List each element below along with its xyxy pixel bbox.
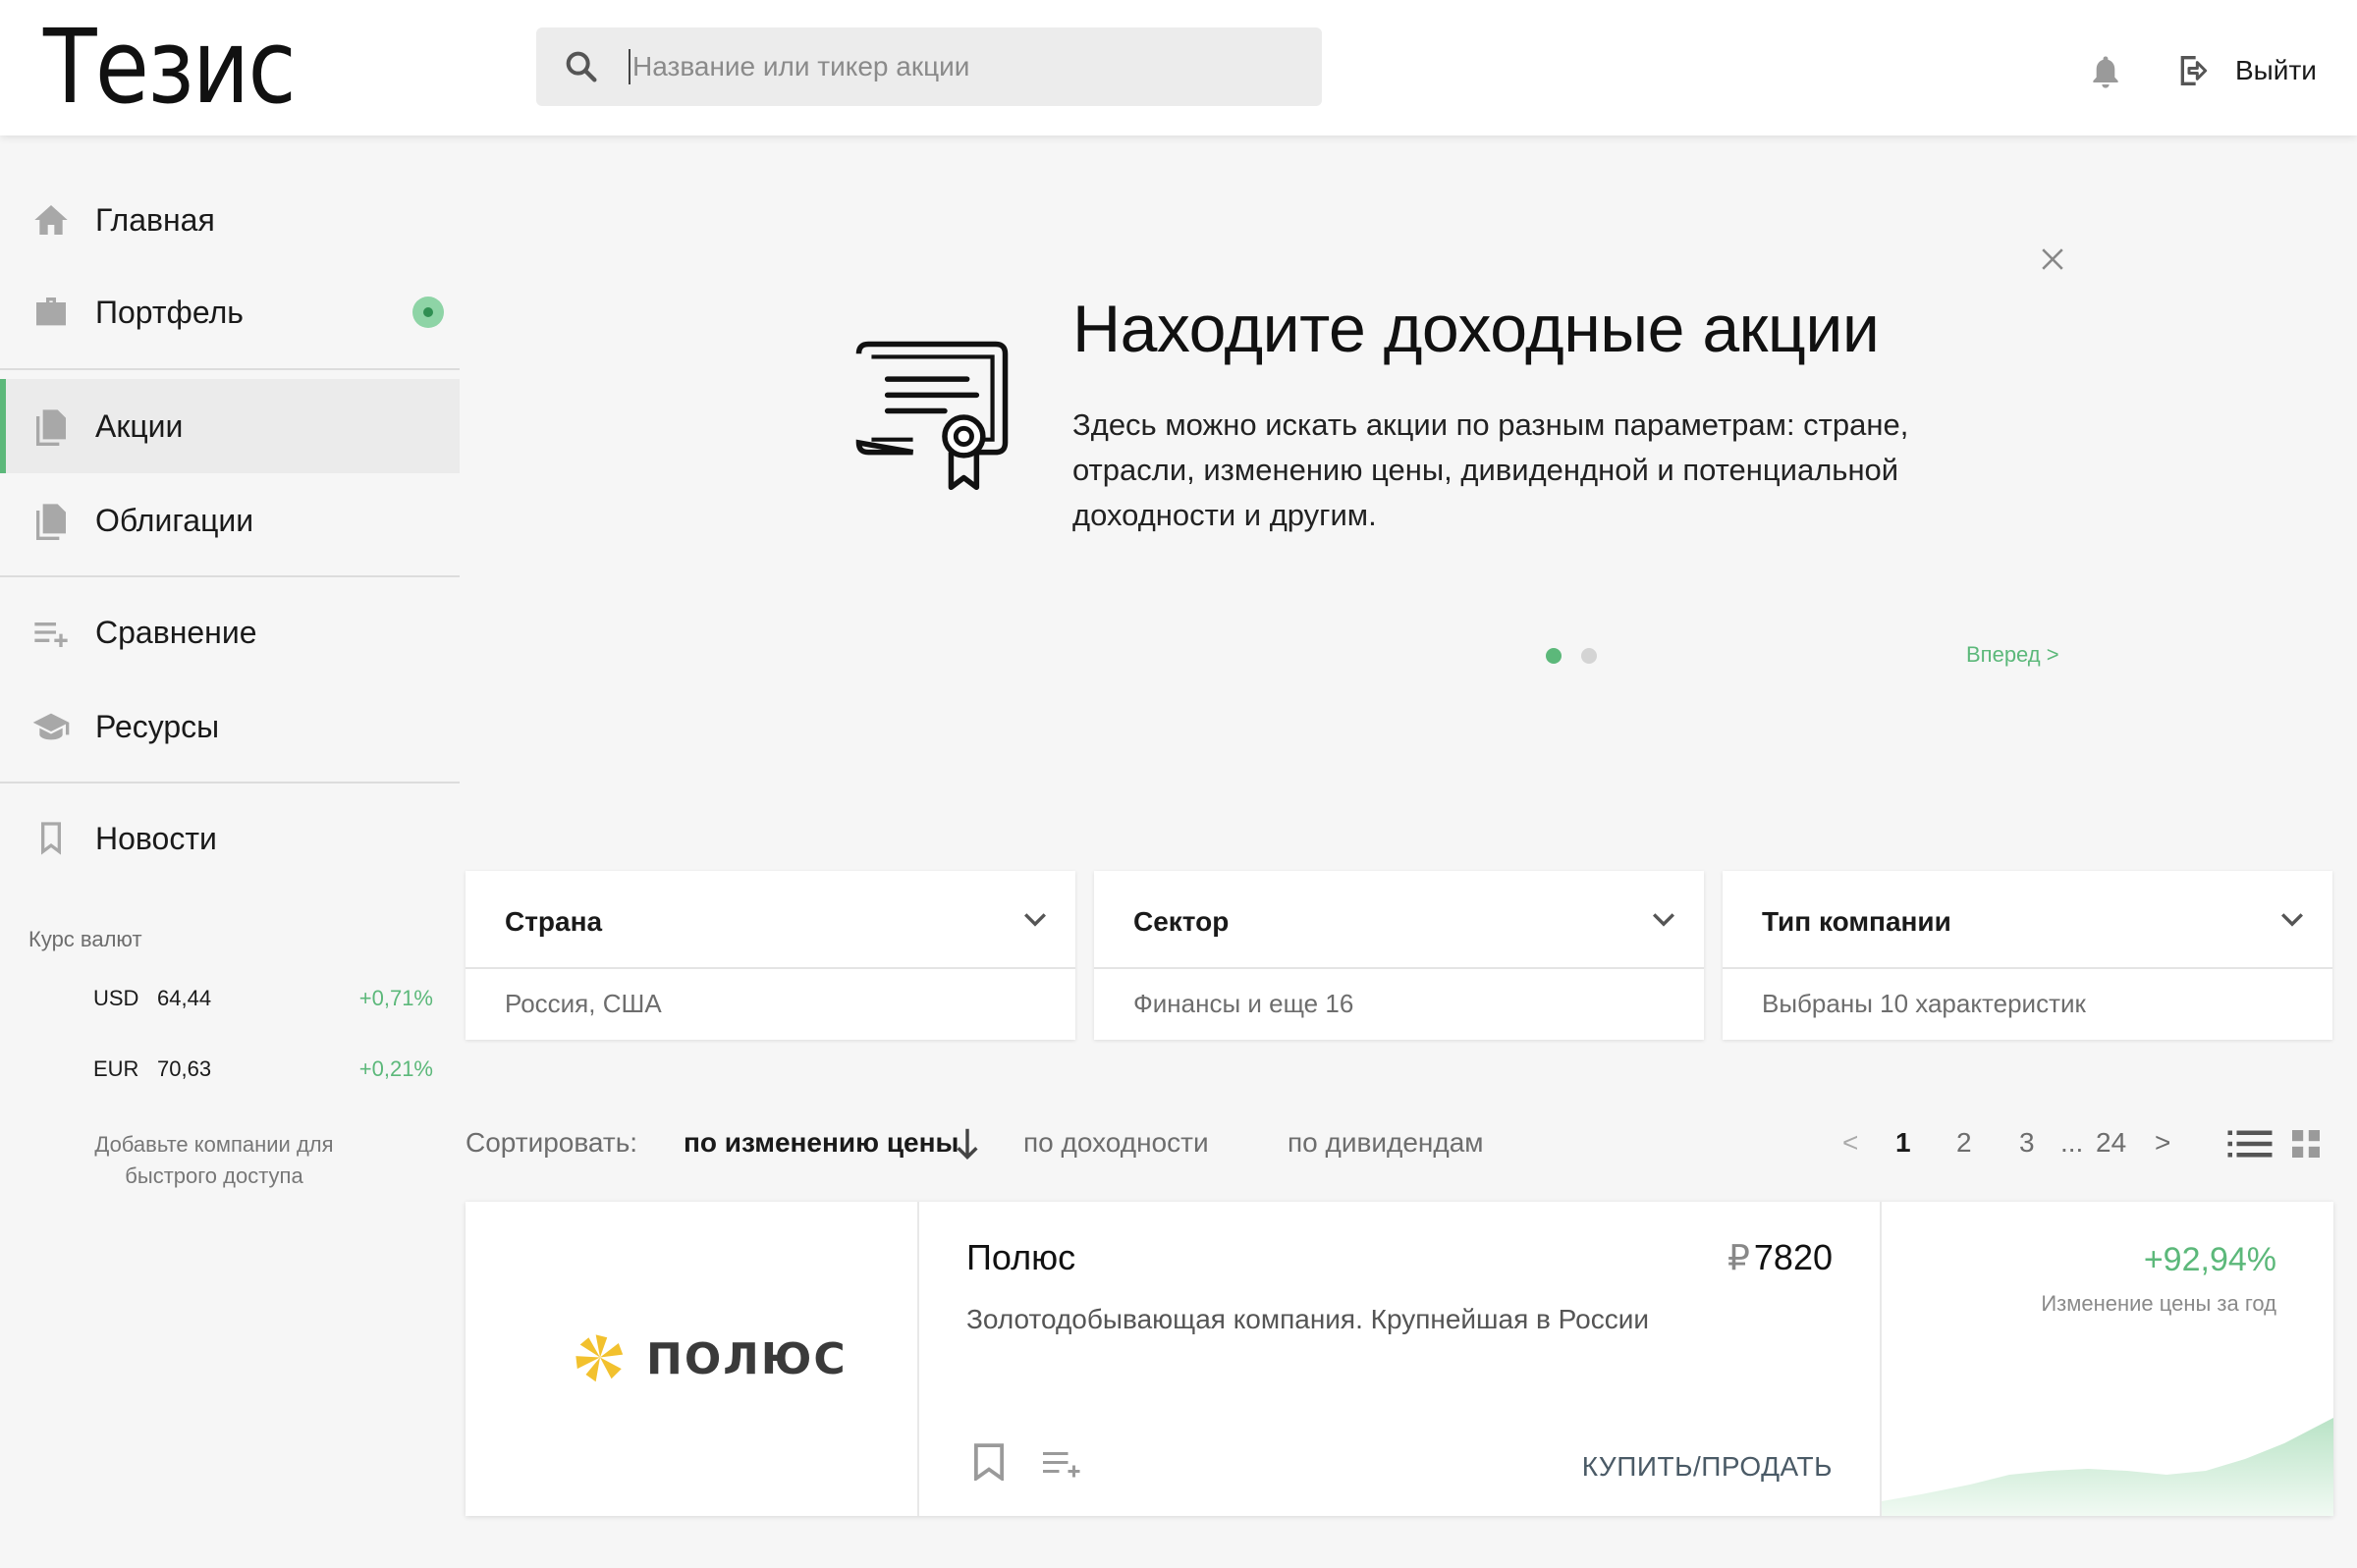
document-icon [36, 504, 66, 540]
sidebar-item-portfolio[interactable]: Портфель [0, 265, 460, 359]
filter-company-type-toggle[interactable]: Тип компании [1723, 871, 2332, 969]
filter-value: Финансы и еще 16 [1133, 989, 1354, 1018]
arrow-down-icon [957, 1128, 978, 1161]
sidebar-item-resources[interactable]: Ресурсы [0, 679, 460, 774]
company-description: Золотодобывающая компания. Крупнейшая в … [966, 1304, 1649, 1334]
page-2[interactable]: 2 [1956, 1127, 1972, 1159]
sidebar-item-compare[interactable]: Сравнение [0, 585, 460, 679]
rate-row-eur: EUR 70,63 +0,21% [93, 1056, 433, 1088]
carousel-dot[interactable] [1581, 648, 1597, 664]
rate-change: +0,21% [358, 1056, 433, 1081]
sidebar-item-label: Новости [95, 820, 217, 856]
briefcase-icon [36, 297, 66, 326]
logout-label: Выйти [2235, 55, 2317, 85]
sidebar-item-news[interactable]: Новости [0, 791, 460, 886]
search-box[interactable] [536, 27, 1322, 106]
chevron-down-icon [2281, 913, 2303, 927]
price-sparkline [1882, 1418, 2333, 1516]
filter-sector-toggle[interactable]: Сектор [1094, 871, 1704, 969]
sort-by-yield[interactable]: по доходности [1023, 1127, 1209, 1159]
sort-by-dividends[interactable]: по дивидендам [1288, 1127, 1484, 1159]
bell-icon[interactable] [2088, 53, 2123, 92]
compare-list-icon [34, 622, 68, 647]
company-price: ₽7820 [1727, 1237, 1833, 1278]
sidebar-divider [0, 575, 460, 577]
sidebar-item-bonds[interactable]: Облигации [0, 473, 460, 568]
stock-logo-cell: ПОЛЮС [466, 1202, 919, 1516]
filter-value: Россия, США [505, 989, 662, 1018]
rate-change: +0,71% [358, 986, 433, 1010]
sidebar-item-label: Сравнение [95, 614, 257, 650]
sort-label: Сортировать: [466, 1127, 638, 1158]
filter-sector: Сектор Финансы и еще 16 [1094, 871, 1704, 1040]
price-change-panel: +92,94% Изменение цены за год [1882, 1202, 2333, 1516]
page-next[interactable]: > [2155, 1127, 2170, 1159]
promo-next-link[interactable]: Вперед > [1966, 642, 2059, 668]
page-ellipsis: ... [2060, 1127, 2084, 1158]
rates-title: Курс валют [28, 927, 142, 951]
sort-by-price-change[interactable]: по изменению цены [684, 1127, 959, 1159]
sidebar-item-label: Главная [95, 201, 215, 238]
sidebar-item-label: Акции [95, 407, 184, 444]
sidebar-divider [0, 782, 460, 784]
filter-company-type: Тип компании Выбраны 10 характеристик [1723, 871, 2332, 1040]
sidebar-item-label: Облигации [95, 502, 254, 538]
search-input[interactable] [629, 49, 1306, 84]
price-change-value: +92,94% [2143, 1241, 2276, 1278]
filter-title: Тип компании [1762, 906, 1951, 937]
buy-sell-button[interactable]: КУПИТЬ/ПРОДАТЬ [1582, 1451, 1833, 1483]
carousel-dot-active[interactable] [1546, 648, 1562, 664]
stock-card[interactable]: ПОЛЮС Полюс ₽7820 Золотодобывающая компа… [466, 1202, 2333, 1516]
rate-code: EUR [93, 1056, 139, 1081]
rate-value: 70,63 [157, 1056, 212, 1081]
top-bar: Тезис Выйти [0, 0, 2357, 135]
price-value: 7820 [1753, 1237, 1833, 1277]
bookmark-icon [41, 822, 61, 855]
certificate-icon [855, 341, 1009, 491]
page-prev[interactable]: < [1842, 1127, 1858, 1159]
logout-button[interactable]: Выйти [2174, 49, 2317, 92]
app-logo[interactable]: Тезис [43, 6, 297, 128]
sidebar: Главная Портфель Акции Облигации Сравнен… [0, 135, 460, 1568]
sidebar-divider [0, 368, 460, 370]
rate-code: USD [93, 986, 139, 1010]
logout-icon [2180, 56, 2208, 85]
filter-title: Страна [505, 906, 603, 937]
company-logo-text: ПОЛЮС [646, 1333, 848, 1384]
company-name[interactable]: Полюс [966, 1237, 1075, 1278]
page-last[interactable]: 24 [2096, 1127, 2126, 1159]
sidebar-item-stocks[interactable]: Акции [0, 379, 460, 473]
currency-symbol: ₽ [1727, 1237, 1750, 1277]
promo-title: Находите доходные акции [1072, 292, 1880, 366]
chevron-down-icon [1653, 913, 1674, 927]
sidebar-item-label: Ресурсы [95, 708, 220, 744]
bookmark-icon[interactable] [974, 1443, 1004, 1481]
filter-value: Выбраны 10 характеристик [1762, 989, 2086, 1018]
quick-access-hint: Добавьте компании для быстрого доступа [94, 1132, 334, 1188]
portfolio-status-badge [412, 297, 444, 328]
polyus-logo-icon [576, 1334, 624, 1382]
rate-row-usd: USD 64,44 +0,71% [93, 986, 433, 1017]
close-icon[interactable] [2039, 245, 2066, 273]
page-3[interactable]: 3 [2019, 1127, 2035, 1159]
rate-value: 64,44 [157, 986, 212, 1010]
page-1[interactable]: 1 [1895, 1127, 1911, 1159]
filter-title: Сектор [1133, 906, 1230, 937]
price-change-label: Изменение цены за год [2041, 1291, 2276, 1316]
document-icon [36, 409, 66, 446]
home-icon [34, 205, 68, 235]
grid-view-icon[interactable] [2292, 1129, 2320, 1159]
promo-text: Здесь можно искать акции по разным парам… [1072, 407, 1909, 532]
filter-country: Страна Россия, США [466, 871, 1075, 1040]
stock-info: Полюс ₽7820 Золотодобывающая компания. К… [919, 1202, 1882, 1516]
sidebar-item-label: Портфель [95, 294, 244, 330]
search-icon [566, 51, 597, 82]
graduation-cap-icon [32, 713, 70, 740]
company-logo: ПОЛЮС [572, 1329, 848, 1388]
chevron-down-icon [1024, 913, 1046, 927]
add-to-compare-icon[interactable] [1043, 1449, 1084, 1479]
filter-country-toggle[interactable]: Страна [466, 871, 1075, 969]
list-view-icon[interactable] [2227, 1129, 2273, 1159]
sidebar-item-home[interactable]: Главная [0, 173, 460, 267]
